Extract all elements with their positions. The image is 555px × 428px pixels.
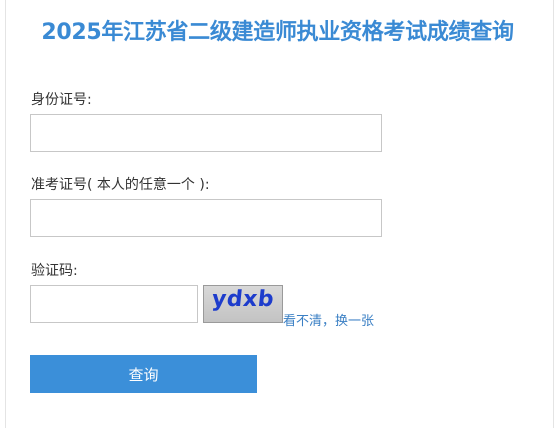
captcha-label: 验证码: xyxy=(31,263,78,279)
page-title: 2025年江苏省二级建造师执业资格考试成绩查询 xyxy=(41,20,514,45)
query-button[interactable]: 查询 xyxy=(30,355,257,393)
refresh-captcha-link[interactable]: 看不清，换一张 xyxy=(283,310,374,329)
id-number-input[interactable] xyxy=(30,114,382,152)
captcha-image[interactable]: ydxb xyxy=(203,285,283,323)
exam-number-input[interactable] xyxy=(30,199,382,237)
exam-number-label: 准考证号( 本人的任意一个 ): xyxy=(31,177,210,193)
captcha-input[interactable] xyxy=(30,285,198,323)
captcha-image-text: ydxb xyxy=(210,287,276,312)
id-number-label: 身份证号: xyxy=(31,92,92,108)
